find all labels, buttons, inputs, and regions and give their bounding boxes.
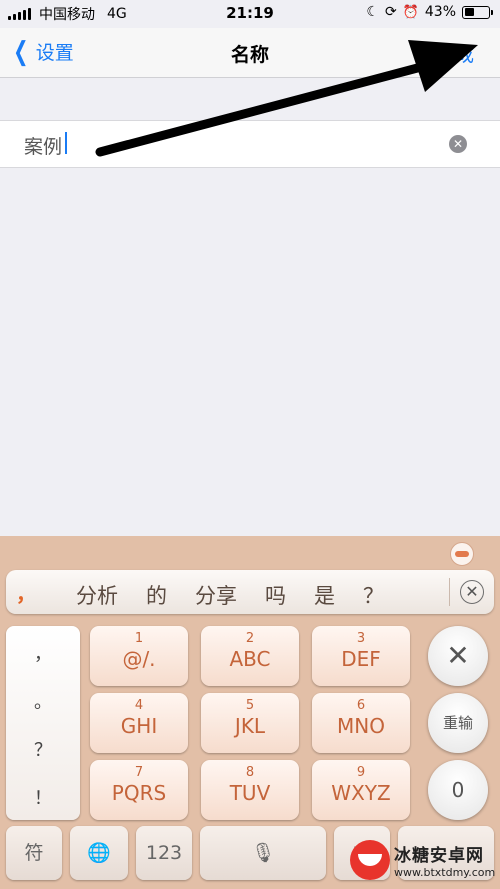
key-3[interactable]: 3 DEF [312, 626, 410, 686]
key-9[interactable]: 9 WXYZ [312, 760, 410, 820]
key-letters: MNO [337, 714, 385, 738]
punct-exclaim[interactable]: ！ [6, 784, 80, 810]
key-5[interactable]: 5 JKL [201, 693, 299, 753]
key-letters: GHI [120, 714, 158, 738]
alarm-icon: ⏰ [402, 4, 419, 20]
candidate-item[interactable]: 的 [146, 580, 167, 610]
candidate-list: 分析 的 分享 吗 是 ？ [76, 580, 412, 610]
key-letters: JKL [234, 714, 266, 738]
key-8[interactable]: 8 TUV [201, 760, 299, 820]
punct-comma[interactable]: ， [6, 640, 80, 666]
key-1[interactable]: 1 @/. [90, 626, 188, 686]
collapse-keyboard-icon[interactable]: ✕ [460, 580, 484, 604]
key-2[interactable]: 2 ABC [201, 626, 299, 686]
key-number: 9 [356, 765, 366, 780]
key-7[interactable]: 7 PQRS [90, 760, 188, 820]
key-letters: ABC [229, 647, 271, 671]
candidate-item[interactable]: 吗 [265, 580, 286, 610]
key-number: 3 [356, 631, 366, 646]
language-switch-button[interactable]: 🌐 [70, 826, 128, 880]
mascot-icon[interactable] [450, 542, 474, 566]
space-voice-button[interactable]: 🎙 [200, 826, 326, 880]
status-right: ☾ ⟳ ⏰ 43% [366, 4, 493, 20]
moon-icon: ☾ [366, 4, 379, 20]
candidate-item[interactable]: 是 [314, 580, 335, 610]
done-button[interactable]: 完成 [436, 40, 474, 67]
key-letters: PQRS [111, 781, 167, 805]
punctuation-column[interactable]: ， 。 ？ ！ [6, 626, 80, 820]
watermark-logo-icon [350, 839, 390, 880]
name-field-value[interactable]: 案例 [24, 132, 62, 159]
navigation-bar: ❮ 设置 名称 完成 [0, 28, 500, 78]
battery-icon [462, 5, 493, 19]
rotation-lock-icon: ⟳ [384, 4, 397, 20]
watermark: 冰糖安卓网 www.btxtdmy.com [350, 830, 500, 889]
key-number: 6 [356, 698, 366, 713]
globe-icon: 🌐 [87, 842, 111, 864]
punct-question[interactable]: ？ [6, 736, 80, 762]
battery-percent: 43% [424, 4, 456, 20]
page-title: 名称 [230, 44, 269, 66]
key-letters: @/. [122, 647, 156, 671]
candidate-item[interactable]: 分享 [195, 580, 237, 610]
delete-button[interactable]: ✕ [428, 626, 488, 686]
microphone-icon: 🎙 [250, 842, 276, 864]
candidate-divider [449, 578, 450, 606]
candidate-item[interactable]: 分析 [76, 580, 118, 610]
numbers-button[interactable]: 123 [136, 826, 192, 880]
key-number: 7 [134, 765, 144, 780]
punct-period[interactable]: 。 [6, 688, 80, 714]
key-4[interactable]: 4 GHI [90, 693, 188, 753]
key-letters: DEF [341, 647, 381, 671]
candidate-item[interactable]: ？ [363, 580, 384, 610]
key-number: 1 [134, 631, 144, 646]
watermark-url: www.btxtdmy.com [394, 865, 496, 879]
key-number: 2 [245, 631, 255, 646]
key-number: 5 [245, 698, 255, 713]
name-field[interactable]: 案例 ✕ [0, 120, 500, 168]
text-cursor [65, 132, 67, 154]
back-label: 设置 [35, 42, 74, 64]
candidate-punctuation[interactable]: ， [16, 578, 36, 607]
symbol-button[interactable]: 符 [6, 826, 62, 880]
battery-fill [464, 8, 474, 16]
status-bar: 中国移动 4G 21:19 ☾ ⟳ ⏰ 43% [0, 0, 500, 28]
key-number: 8 [245, 765, 255, 780]
delete-icon: ✕ [446, 639, 470, 672]
chevron-left-icon: ❮ [13, 36, 29, 67]
candidate-bar: ， 分析 的 分享 吗 是 ？ ✕ [6, 570, 494, 614]
key-6[interactable]: 6 MNO [312, 693, 410, 753]
back-button[interactable]: ❮ 设置 [10, 38, 74, 65]
zero-button[interactable]: 0 [428, 760, 488, 820]
key-letters: TUV [229, 781, 271, 805]
watermark-name: 冰糖安卓网 [394, 845, 484, 866]
key-number: 4 [134, 698, 144, 713]
key-letters: WXYZ [331, 781, 391, 805]
reinput-button[interactable]: 重输 [428, 693, 488, 753]
clear-text-icon[interactable]: ✕ [449, 135, 467, 153]
